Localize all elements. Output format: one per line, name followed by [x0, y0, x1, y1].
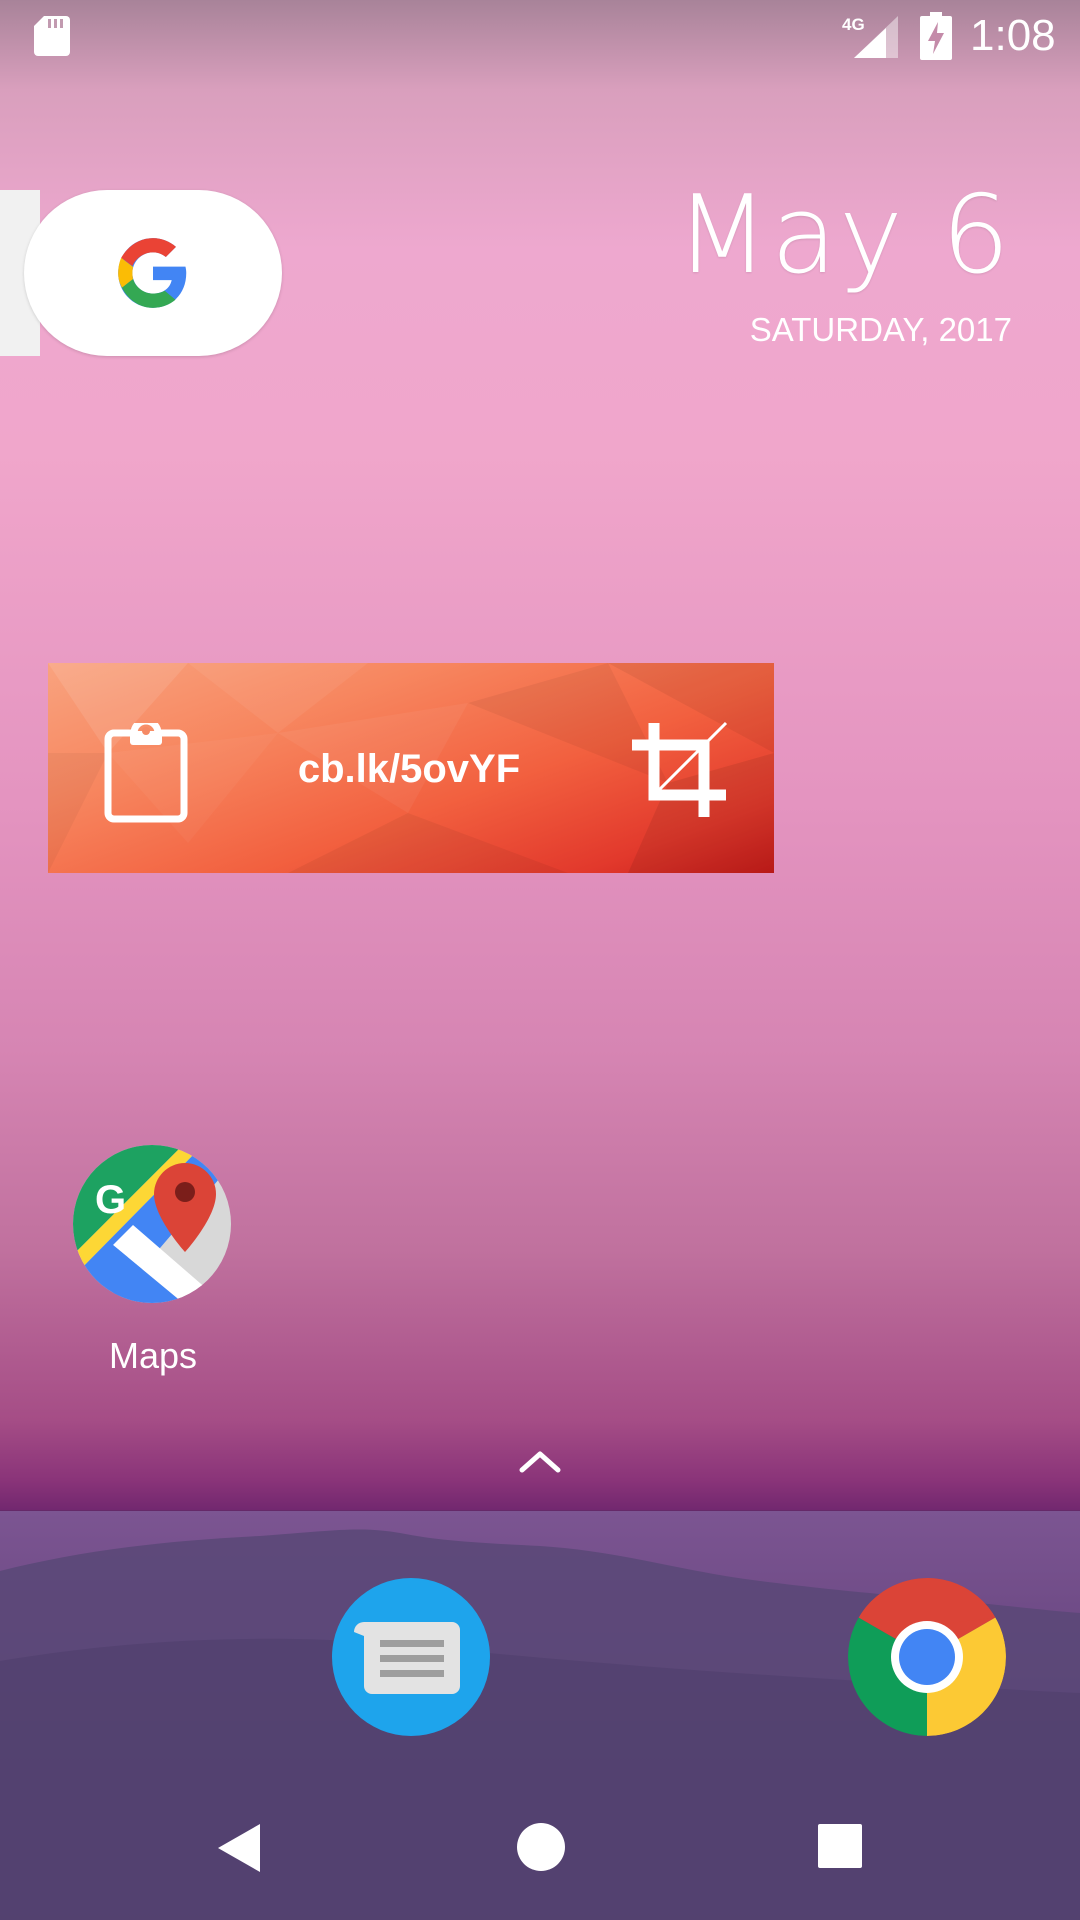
svg-text:G: G: [95, 1178, 126, 1222]
status-clock: 1:08: [970, 11, 1056, 60]
app-maps[interactable]: G Maps: [68, 1140, 238, 1390]
back-icon[interactable]: [214, 1822, 264, 1874]
clipboard-icon[interactable]: [104, 723, 188, 823]
signal-4g-icon: 4G: [842, 15, 898, 58]
date-widget-day-year: SATURDAY, 2017: [749, 311, 1012, 348]
chevron-up-icon[interactable]: [516, 1446, 564, 1476]
network-type-label: 4G: [842, 15, 865, 34]
chrome-icon[interactable]: [848, 1578, 1006, 1736]
messages-icon[interactable]: [332, 1578, 490, 1736]
battery-charging-icon: [920, 12, 952, 60]
home-screen: 4G 1:08 May 6 SATURDAY, 2017 cb.lk/5ovYF…: [0, 0, 1080, 1920]
sd-card-icon: [34, 16, 70, 56]
date-widget-date[interactable]: May 6: [676, 172, 1012, 300]
crop-icon[interactable]: [628, 719, 730, 821]
clipboard-widget[interactable]: cb.lk/5ovYF: [48, 663, 774, 873]
clipboard-text[interactable]: cb.lk/5ovYF: [238, 745, 580, 793]
status-bar: 4G 1:08: [0, 0, 1080, 72]
recents-icon[interactable]: [818, 1824, 862, 1868]
google-maps-icon: G: [73, 1145, 231, 1303]
app-label-maps: Maps: [108, 1335, 198, 1376]
google-g-icon: [118, 238, 187, 308]
google-search-button[interactable]: [24, 190, 282, 356]
home-icon[interactable]: [516, 1822, 566, 1872]
